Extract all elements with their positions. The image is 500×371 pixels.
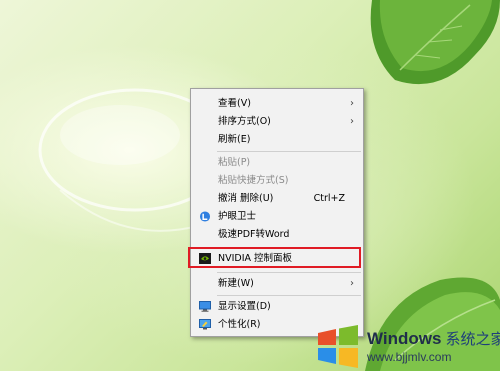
windows-logo <box>318 325 358 368</box>
menu-item-undo-shortcut: Ctrl+Z <box>313 193 345 204</box>
menu-item-paste-shortcut-label: 粘贴快捷方式(S) <box>218 175 289 186</box>
menu-item-display-settings[interactable]: 显示设置(D) <box>191 298 363 315</box>
menu-item-new-label: 新建(W) <box>218 278 254 289</box>
display-settings-icon <box>199 301 211 312</box>
menu-separator <box>217 151 361 152</box>
menu-separator <box>217 272 361 273</box>
watermark-url: www.bjjmlv.com <box>367 350 452 364</box>
chevron-right-icon: › <box>350 278 354 289</box>
menu-item-sort[interactable]: 排序方式(O) › <box>191 113 363 130</box>
watermark-brand: Windows <box>367 329 442 348</box>
eye-guard-icon <box>199 211 211 222</box>
menu-item-paste[interactable]: 粘贴(P) <box>191 154 363 171</box>
menu-item-sort-label: 排序方式(O) <box>218 116 271 127</box>
menu-item-pdf-to-word[interactable]: 极速PDF转Word <box>191 226 363 243</box>
menu-item-refresh-label: 刷新(E) <box>218 134 251 145</box>
chevron-right-icon: › <box>350 98 354 109</box>
site-watermark: Windows 系统之家 www.bjjmlv.com <box>310 323 500 371</box>
watermark-title: Windows 系统之家 <box>367 328 500 349</box>
menu-item-nvidia-label: NVIDIA 控制面板 <box>218 253 293 264</box>
menu-item-new[interactable]: 新建(W) › <box>191 275 363 292</box>
menu-item-personalize-label: 个性化(R) <box>218 319 261 330</box>
menu-item-eye-guard-label: 护眼卫士 <box>218 211 257 222</box>
personalize-icon <box>199 319 211 330</box>
menu-item-undo-delete[interactable]: 撤消 删除(U) Ctrl+Z <box>191 190 363 207</box>
desktop-context-menu: 查看(V) › 排序方式(O) › 刷新(E) 粘贴(P) 粘贴快捷方式(S) … <box>190 88 364 337</box>
chevron-right-icon: › <box>350 116 354 127</box>
menu-item-pdf-to-word-label: 极速PDF转Word <box>218 229 290 240</box>
menu-item-refresh[interactable]: 刷新(E) <box>191 131 363 148</box>
desktop-wallpaper[interactable]: 查看(V) › 排序方式(O) › 刷新(E) 粘贴(P) 粘贴快捷方式(S) … <box>0 0 500 371</box>
menu-item-view[interactable]: 查看(V) › <box>191 95 363 112</box>
menu-separator <box>217 247 361 248</box>
menu-item-eye-guard[interactable]: 护眼卫士 <box>191 208 363 225</box>
menu-item-nvidia-control-panel[interactable]: NVIDIA 控制面板 <box>191 250 363 267</box>
menu-item-view-label: 查看(V) <box>218 98 251 109</box>
menu-item-undo-delete-label: 撤消 删除(U) <box>218 193 274 204</box>
nvidia-icon <box>199 253 211 264</box>
menu-item-paste-shortcut[interactable]: 粘贴快捷方式(S) <box>191 172 363 189</box>
menu-separator <box>217 295 361 296</box>
menu-item-paste-label: 粘贴(P) <box>218 157 251 168</box>
menu-item-display-label: 显示设置(D) <box>218 301 271 312</box>
watermark-brand-cn: 系统之家 <box>445 331 500 348</box>
